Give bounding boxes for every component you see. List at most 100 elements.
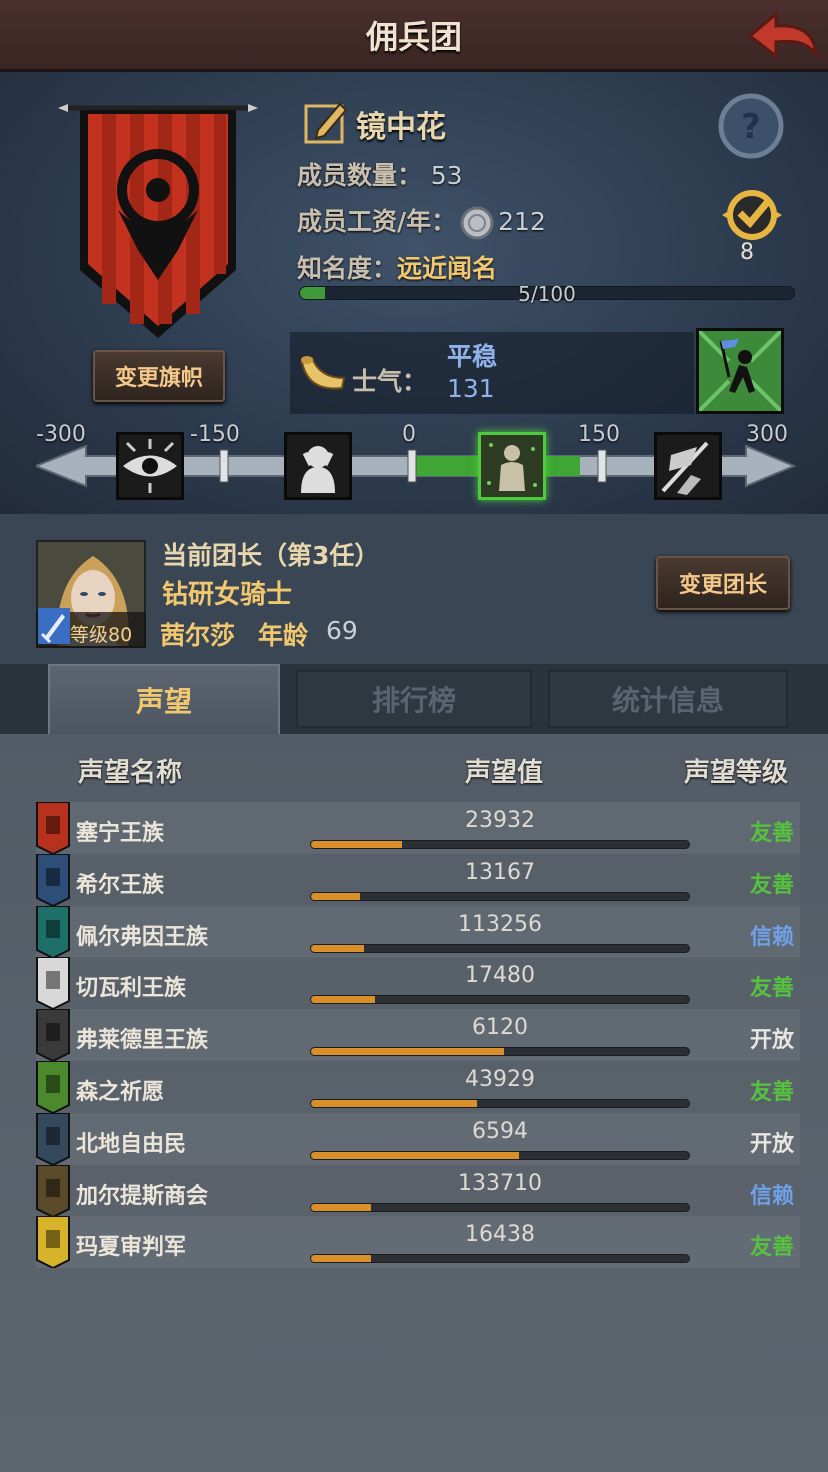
reputation-progress-bar — [310, 1150, 690, 1160]
column-header-value: 声望值 — [465, 758, 544, 788]
faction-crest-icon — [36, 957, 70, 1010]
tab-reputation[interactable]: 声望 — [48, 664, 280, 734]
column-header-name: 声望名称 — [78, 758, 183, 788]
faction-crest-icon — [36, 1112, 70, 1165]
eye-chaos-icon — [116, 432, 184, 500]
task-badge-icon[interactable] — [716, 185, 788, 247]
salary-value: 212 — [498, 207, 546, 236]
reputation-progress-fill — [311, 1048, 504, 1056]
column-header-level: 声望等级 — [684, 758, 789, 788]
reputation-level: 友善 — [749, 1080, 794, 1105]
reputation-progress-fill — [311, 1100, 478, 1107]
leader-age-label: 年龄 — [258, 621, 309, 650]
guild-name: 镜中花 — [356, 110, 446, 145]
reputation-progress-fill — [311, 996, 376, 1004]
reputation-progress-fill — [311, 1255, 372, 1263]
reputation-progress-fill — [311, 1203, 372, 1211]
morale-value: 131 — [447, 374, 495, 403]
faction-crest-icon — [36, 1216, 70, 1269]
reputation-progress-fill — [311, 892, 361, 900]
steady-figure-icon — [478, 432, 546, 500]
faction-name: 塞宁王族 — [76, 821, 165, 846]
faction-name: 玛夏审判军 — [76, 1235, 187, 1261]
reputation-value: 16438 — [465, 1222, 535, 1248]
reputation-progress-bar — [310, 1254, 690, 1264]
reputation-progress-bar — [310, 891, 690, 901]
faction-crest-icon — [36, 1061, 70, 1113]
sword-class-icon — [38, 608, 70, 644]
reputation-value: 6594 — [472, 1118, 528, 1144]
reputation-progress-bar — [310, 943, 690, 953]
list-item[interactable]: 希尔王族 13167 友善 — [36, 853, 800, 906]
despair-icon — [284, 432, 352, 500]
svg-text:?: ? — [741, 107, 761, 147]
members-info: 成员数量： 53 — [297, 161, 463, 190]
reputation-value: 6120 — [472, 1015, 528, 1041]
faction-crest-icon — [36, 802, 70, 854]
faction-crest-icon — [36, 1164, 70, 1217]
reputation-progress-bar — [310, 840, 690, 849]
reputation-progress-fill — [311, 1151, 519, 1159]
silver-coin-icon — [460, 206, 494, 240]
reputation-progress-bar — [310, 1047, 690, 1057]
reputation-level: 开放 — [749, 1028, 794, 1054]
faction-name: 佩尔弗因王族 — [76, 924, 209, 950]
faction-name: 加尔提斯商会 — [76, 1183, 209, 1209]
faction-crest-icon — [36, 853, 70, 906]
reputation-level: 信赖 — [749, 1183, 794, 1209]
change-flag-button[interactable]: 变更旗帜 — [93, 350, 225, 402]
list-item[interactable]: 弗莱德里王族 6120 开放 — [36, 1009, 800, 1062]
reputation-level: 友善 — [749, 1235, 794, 1261]
reputation-level: 友善 — [749, 872, 794, 898]
reputation-value: 133710 — [458, 1170, 542, 1196]
reputation-value: 43929 — [465, 1067, 535, 1092]
page-title: 佣兵团 — [365, 18, 462, 56]
tab-statistics[interactable]: 统计信息 — [548, 670, 788, 728]
reputation-level: 开放 — [749, 1131, 794, 1157]
badge-count: 8 — [740, 240, 754, 265]
faction-name: 森之祈愿 — [76, 1080, 165, 1105]
list-item[interactable]: 佩尔弗因王族 113256 信赖 — [36, 905, 800, 958]
morale-flag-skill-icon[interactable] — [696, 328, 784, 414]
reputation-value: 13167 — [465, 859, 535, 885]
fame-progress-text: 5/100 — [518, 282, 576, 306]
reputation-progress-fill — [311, 944, 364, 952]
guild-banner-icon — [58, 104, 258, 338]
list-item[interactable]: 塞宁王族 23932 友善 — [36, 802, 800, 854]
reputation-value: 113256 — [458, 911, 542, 937]
faction-name: 北地自由民 — [76, 1131, 187, 1157]
reputation-level: 友善 — [749, 976, 794, 1002]
salary-info: 成员工资/年： 212 — [297, 202, 546, 240]
morale-label: 士气： — [352, 367, 428, 396]
members-count: 53 — [430, 161, 463, 190]
list-item[interactable]: 加尔提斯商会 133710 信赖 — [36, 1164, 800, 1217]
fame-value: 远近闻名 — [397, 254, 498, 283]
reputation-progress-bar — [310, 995, 690, 1005]
back-arrow-icon[interactable] — [746, 6, 820, 64]
leader-title: 当前团长（第3任） — [162, 541, 380, 570]
leader-class: 钻研女骑士 — [162, 580, 293, 610]
tab-ranking[interactable]: 排行榜 — [296, 670, 532, 728]
list-item[interactable]: 切瓦利王族 17480 友善 — [36, 957, 800, 1010]
reputation-progress-bar — [310, 1099, 690, 1108]
leader-level: 等级80 — [70, 624, 133, 646]
reputation-level: 友善 — [749, 821, 794, 846]
faction-crest-icon — [36, 1009, 70, 1062]
fame-info: 知名度：远近闻名 — [297, 254, 498, 283]
list-item[interactable]: 玛夏审判军 16438 友善 — [36, 1216, 800, 1269]
leader-name: 茜尔莎 — [160, 621, 236, 650]
faction-crest-icon — [36, 905, 70, 958]
help-icon[interactable]: ? — [717, 92, 785, 160]
faction-name: 弗莱德里王族 — [76, 1028, 209, 1054]
morale-status: 平稳 — [447, 342, 498, 371]
header-bar: 佣兵团 — [0, 0, 828, 72]
change-leader-button[interactable]: 变更团长 — [656, 556, 790, 610]
reputation-progress-fill — [311, 841, 402, 848]
faction-name: 切瓦利王族 — [76, 976, 187, 1002]
faction-name: 希尔王族 — [76, 872, 165, 898]
reputation-level: 信赖 — [749, 924, 794, 950]
list-item[interactable]: 森之祈愿 43929 友善 — [36, 1061, 800, 1113]
list-item[interactable]: 北地自由民 6594 开放 — [36, 1112, 800, 1165]
edit-name-icon[interactable] — [304, 98, 350, 144]
reputation-value: 17480 — [465, 963, 535, 989]
